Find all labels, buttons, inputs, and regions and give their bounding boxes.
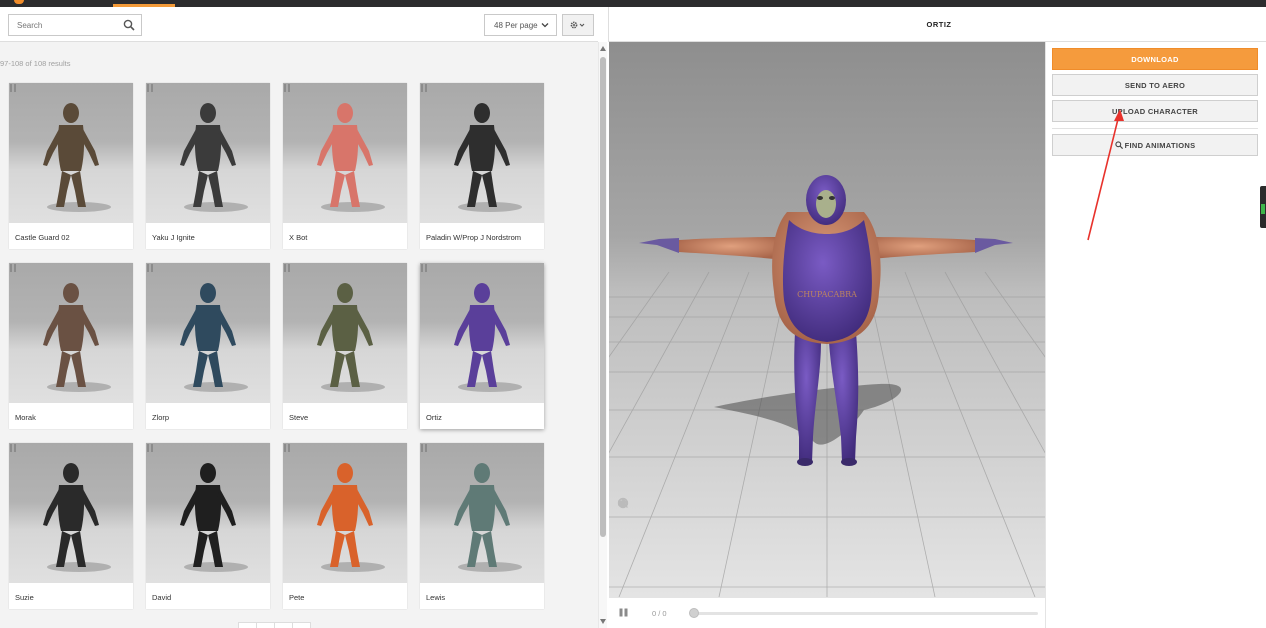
character-name[interactable]: Castle Guard 02 — [15, 233, 70, 242]
top-nav-bar — [0, 0, 1266, 7]
character-name[interactable]: Lewis — [426, 593, 445, 602]
actions-panel: DOWNLOAD SEND TO AERO UPLOAD CHARACTER F… — [1045, 42, 1266, 628]
logo[interactable] — [14, 0, 24, 4]
character-card[interactable]: Ortiz — [420, 263, 544, 429]
figure-icon — [147, 264, 153, 272]
chevron-down-icon — [541, 23, 549, 28]
character-card[interactable]: Lewis — [420, 443, 544, 609]
viewer-tools — [617, 497, 631, 509]
library-toolbar: 48 Per page — [0, 7, 598, 42]
character-figure — [454, 283, 522, 392]
search-input[interactable] — [9, 15, 119, 35]
character-thumbnail[interactable] — [146, 263, 270, 403]
figure-icon — [147, 444, 153, 452]
feedback-tab[interactable] — [1260, 186, 1266, 228]
character-card[interactable]: Zlorp — [146, 263, 270, 429]
character-card[interactable]: X Bot — [283, 83, 407, 249]
timeline-scrubber[interactable] — [689, 608, 699, 618]
viewer-header: ORTIZ — [608, 7, 1266, 42]
gear-icon — [570, 21, 585, 29]
scrollbar-thumb[interactable] — [600, 57, 606, 537]
timeline-track[interactable] — [691, 612, 1038, 615]
character-card[interactable]: Pete — [283, 443, 407, 609]
character-figure — [317, 283, 385, 392]
character-name[interactable]: Paladin W/Prop J Nordstrom — [426, 233, 521, 242]
character-thumbnail[interactable] — [283, 263, 407, 403]
video-camera-icon[interactable] — [617, 497, 629, 509]
pause-icon[interactable] — [619, 608, 628, 617]
character-thumbnail[interactable] — [283, 443, 407, 583]
results-count: 97-108 of 108 results — [0, 59, 71, 68]
character-card[interactable]: Suzie — [9, 443, 133, 609]
scroll-up-arrow[interactable] — [600, 46, 606, 51]
character-card[interactable]: Castle Guard 02 — [9, 83, 133, 249]
character-figure — [454, 103, 522, 212]
character-thumbnail[interactable] — [283, 83, 407, 223]
character-name[interactable]: X Bot — [289, 233, 307, 242]
character-figure — [454, 463, 522, 572]
character-card[interactable]: Paladin W/Prop J Nordstrom — [420, 83, 544, 249]
scroll-down-arrow[interactable] — [600, 619, 606, 624]
pagination — [238, 622, 311, 628]
figure-icon — [284, 84, 290, 92]
character-figure — [317, 463, 385, 572]
character-name[interactable]: Ortiz — [426, 413, 442, 422]
character-figure — [43, 283, 111, 392]
character-name[interactable]: Morak — [15, 413, 36, 422]
send-to-aero-button[interactable]: SEND TO AERO — [1052, 74, 1258, 96]
character-figure — [180, 103, 248, 212]
character-card[interactable]: Morak — [9, 263, 133, 429]
character-thumbnail[interactable] — [420, 263, 544, 403]
per-page-value: 48 Per page — [494, 20, 538, 30]
figure-icon — [10, 444, 16, 452]
character-3d-viewer[interactable]: CHUPACABRA — [609, 42, 1045, 597]
per-page-select[interactable]: 48 Per page — [484, 14, 557, 36]
character-figure — [180, 463, 248, 572]
annotation-arrow — [1087, 109, 1124, 241]
figure-icon — [10, 264, 16, 272]
page-button[interactable] — [238, 622, 257, 628]
character-card[interactable]: David — [146, 443, 270, 609]
character-name[interactable]: Yaku J Ignite — [152, 233, 195, 242]
character-thumbnail[interactable] — [420, 83, 544, 223]
frame-counter: 0 / 0 — [652, 609, 667, 618]
viewer-scene: CHUPACABRA — [609, 42, 1045, 597]
page-button[interactable] — [256, 622, 275, 628]
viewer-title: ORTIZ — [926, 20, 952, 29]
search-box — [8, 14, 142, 36]
page-button[interactable] — [292, 622, 311, 628]
character-figure — [317, 103, 385, 212]
character-card[interactable]: Yaku J Ignite — [146, 83, 270, 249]
figure-icon — [284, 444, 290, 452]
svg-text:CHUPACABRA: CHUPACABRA — [797, 290, 857, 299]
download-button[interactable]: DOWNLOAD — [1052, 48, 1258, 70]
character-thumbnail[interactable] — [146, 83, 270, 223]
figure-icon — [421, 84, 427, 92]
character-name[interactable]: Steve — [289, 413, 308, 422]
character-figure — [180, 283, 248, 392]
settings-button[interactable] — [562, 14, 594, 36]
figure-icon — [284, 264, 290, 272]
character-figure — [43, 463, 111, 572]
character-name[interactable]: David — [152, 593, 171, 602]
character-library-panel: 48 Per page 97-108 of 108 results Castle… — [0, 7, 598, 628]
character-name[interactable]: Suzie — [15, 593, 34, 602]
library-scrollbar[interactable] — [598, 42, 607, 628]
character-thumbnail[interactable] — [420, 443, 544, 583]
figure-icon — [10, 84, 16, 92]
animation-timeline: 0 / 0 — [609, 597, 1045, 628]
character-name[interactable]: Zlorp — [152, 413, 169, 422]
character-thumbnail[interactable] — [9, 443, 133, 583]
page-button[interactable] — [274, 622, 293, 628]
character-thumbnail[interactable] — [9, 83, 133, 223]
figure-icon — [421, 444, 427, 452]
character-name[interactable]: Pete — [289, 593, 304, 602]
character-thumbnail[interactable] — [9, 263, 133, 403]
character-thumbnail[interactable] — [146, 443, 270, 583]
figure-icon — [147, 84, 153, 92]
character-figure — [43, 103, 111, 212]
character-card[interactable]: Steve — [283, 263, 407, 429]
figure-icon — [421, 264, 427, 272]
search-icon[interactable] — [123, 19, 135, 31]
